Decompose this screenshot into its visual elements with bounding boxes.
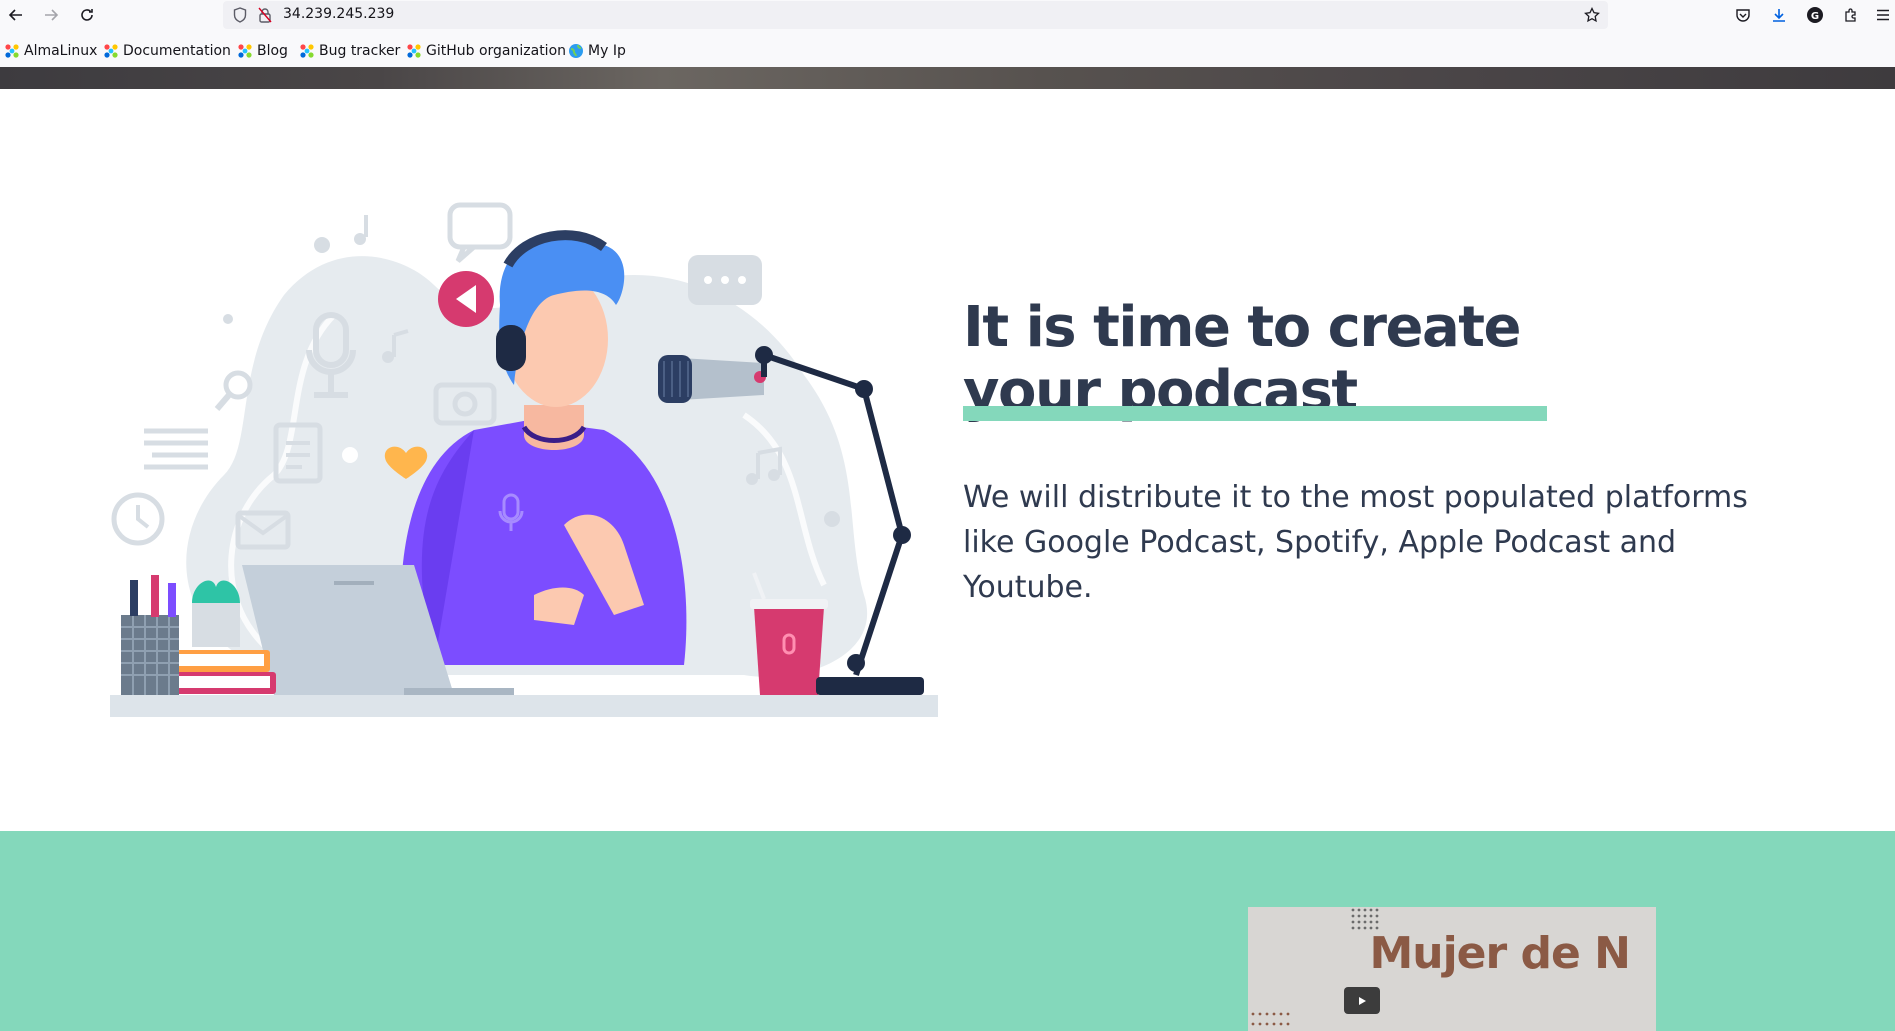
video-thumbnail[interactable]: Mujer de N — [1248, 907, 1656, 1031]
dot-pattern — [1251, 1012, 1290, 1026]
almalinux-icon — [300, 44, 314, 58]
reload-icon — [81, 9, 93, 21]
globe-icon — [569, 44, 583, 58]
hamburger-icon — [1877, 9, 1889, 21]
menu-button[interactable] — [1871, 3, 1895, 27]
bookmark-almalinux[interactable]: AlmaLinux — [4, 41, 97, 61]
play-icon — [1359, 996, 1366, 1005]
bookmark-label: Blog — [257, 43, 288, 59]
pocket-button[interactable] — [1731, 3, 1755, 27]
bookmark-label: My Ip — [588, 43, 626, 59]
podcast-illustration — [110, 202, 938, 717]
video-card-title: Mujer de N — [1369, 928, 1631, 979]
download-icon — [1773, 9, 1785, 22]
reload-button[interactable] — [75, 3, 99, 27]
almalinux-icon — [238, 44, 252, 58]
forward-button[interactable] — [39, 3, 63, 27]
play-back-icon — [438, 271, 494, 327]
bookmark-star-icon[interactable] — [1582, 5, 1602, 25]
section-headline: It is time to create your podcast — [963, 295, 1522, 424]
arrow-right-icon — [45, 9, 59, 21]
extensions-button[interactable] — [1839, 3, 1863, 27]
svg-text:G: G — [1811, 11, 1819, 22]
account-button[interactable]: G — [1803, 3, 1827, 27]
arrow-left-icon — [8, 9, 22, 21]
shield-icon[interactable] — [230, 5, 250, 25]
bookmark-blog[interactable]: Blog — [237, 41, 288, 61]
account-avatar-icon: G — [1807, 7, 1823, 23]
clock-icon — [111, 492, 165, 546]
back-button[interactable] — [4, 3, 28, 27]
downloads-button[interactable] — [1767, 3, 1791, 27]
almalinux-icon — [407, 44, 421, 58]
bookmark-my-ip[interactable]: My Ip — [568, 41, 626, 61]
plant-pot — [192, 580, 240, 647]
bookmark-label: AlmaLinux — [24, 43, 98, 59]
puzzle-icon — [1845, 8, 1856, 22]
bookmark-label: Documentation — [123, 43, 231, 59]
bookmarks-toolbar: AlmaLinux Documentation Blog Bug tracker… — [0, 38, 1895, 64]
magnifier-icon — [214, 370, 253, 411]
headline-underline — [963, 406, 1547, 421]
insecure-lock-icon[interactable] — [255, 5, 275, 25]
desk — [110, 695, 938, 717]
video-play-button[interactable] — [1344, 987, 1380, 1014]
pocket-icon — [1736, 9, 1750, 22]
section-lead-text: We will distribute it to the most popula… — [963, 480, 1748, 605]
chat-dots-icon — [688, 255, 762, 305]
browser-toolbar: 34.239.245.239 G — [0, 0, 1895, 30]
bookmark-bug-tracker[interactable]: Bug tracker — [299, 41, 400, 61]
almalinux-icon — [5, 44, 19, 58]
bookmark-label: GitHub organization — [426, 43, 567, 59]
speech-bubble-icon — [447, 202, 513, 263]
bookmark-label: Bug tracker — [319, 43, 401, 59]
address-bar[interactable]: 34.239.245.239 — [223, 1, 1608, 29]
almalinux-icon — [104, 44, 118, 58]
text-lines-icon — [144, 428, 208, 470]
bookmark-github-organization[interactable]: GitHub organization — [406, 41, 566, 61]
bookmark-documentation[interactable]: Documentation — [103, 41, 231, 61]
hero-image-bottom-edge — [0, 67, 1895, 89]
pen-holder — [121, 575, 179, 695]
url-text[interactable]: 34.239.245.239 — [283, 6, 394, 22]
